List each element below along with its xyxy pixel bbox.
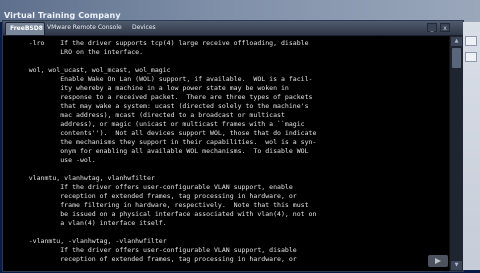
terminal-line: address), or magic (unicast or multicast… (9, 120, 305, 128)
side-panel-button[interactable] (465, 36, 477, 46)
branding-header: Virtual Training Company (0, 0, 480, 22)
terminal-line: -vlanmtu, -vlanhwtag, -vlanhwfilter (9, 237, 167, 245)
terminal-line: onym for enabling all available WOL mech… (9, 147, 309, 155)
tab-bar: FreeBSD8 VMware Remote Console Devices _… (3, 21, 463, 36)
terminal-line: LRO on the interface. (9, 48, 144, 56)
terminal-line: If the driver offers user-configurable V… (9, 246, 297, 254)
terminal-line: response to a received packet. There are… (9, 93, 313, 101)
scrollbar-thumb[interactable] (452, 48, 461, 68)
side-panel (463, 22, 480, 270)
side-panel-button[interactable] (465, 52, 477, 62)
tab-freebsd8[interactable]: FreeBSD8 (5, 22, 45, 35)
tab-devices[interactable]: Devices (128, 22, 176, 34)
terminal-line: reception of extended frames, tag proces… (9, 255, 297, 263)
terminal-line: -lro If the driver supports tcp(4) large… (9, 39, 309, 47)
vm-console-window: FreeBSD8 VMware Remote Console Devices _… (2, 20, 464, 272)
terminal-line: ity whereby a machine in a low power sta… (9, 84, 289, 92)
terminal-line: contents''). Not all devices support WOL… (9, 129, 317, 137)
terminal-line: use -wol. (9, 156, 96, 164)
terminal-line: frame filtering in hardware, respectivel… (9, 201, 309, 209)
scroll-up-arrow-icon[interactable]: ▲ (451, 37, 462, 46)
play-icon[interactable] (428, 255, 448, 267)
terminal-line: Enable Wake On Lan (WOL) support, if ava… (9, 75, 313, 83)
minimize-button[interactable]: _ (427, 23, 437, 32)
terminal-line: a vlan(4) interface itself. (9, 219, 167, 227)
brand-title: Virtual Training Company (4, 11, 121, 20)
terminal-scrollbar[interactable]: ▲ ▼ (449, 36, 463, 271)
terminal-line: If the driver offers user-configurable V… (9, 183, 293, 191)
tab-vmware-remote-console[interactable]: VMware Remote Console (43, 22, 129, 34)
terminal-line: the mechanisms they support in their cap… (9, 138, 317, 146)
terminal-line: that may wake a system: ucast (directed … (9, 102, 309, 110)
scroll-down-arrow-icon[interactable]: ▼ (451, 261, 462, 270)
close-button[interactable]: x (440, 23, 450, 32)
terminal-line: mac address), mcast (directed to a broad… (9, 111, 285, 119)
terminal-line: vlanmtu, vlanhwtag, vlanhwfilter (9, 174, 155, 182)
terminal-line: reception of extended frames, tag proces… (9, 192, 297, 200)
terminal-output[interactable]: -lro If the driver supports tcp(4) large… (9, 39, 447, 273)
terminal-line: wol, wol_ucast, wol_mcast, wol_magic (9, 66, 171, 74)
terminal-line: be issued on a physical interface associ… (9, 210, 317, 218)
